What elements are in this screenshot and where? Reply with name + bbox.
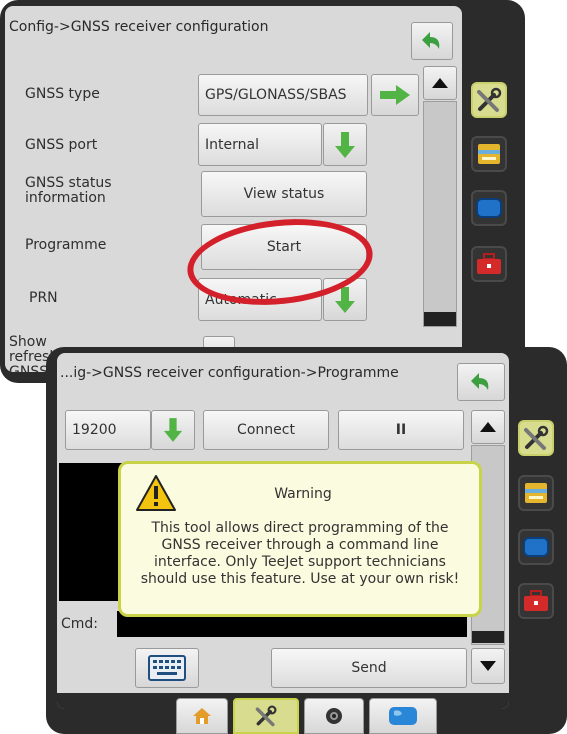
- green-down-arrow-icon: [163, 418, 183, 442]
- green-right-arrow-icon: [380, 85, 410, 105]
- gnss-port-label: GNSS port: [25, 137, 98, 153]
- front-panel-title: ...ig->GNSS receiver configuration->Prog…: [60, 365, 399, 381]
- side-toolbox-button[interactable]: [471, 246, 507, 282]
- scrollbar-track[interactable]: [423, 101, 457, 327]
- side-machine-button[interactable]: [471, 136, 507, 172]
- front-side-machine-button[interactable]: [518, 475, 554, 511]
- screen-icon: [476, 198, 502, 218]
- machine-icon: [525, 483, 547, 503]
- tools-icon: [524, 425, 549, 450]
- gnss-type-next-button[interactable]: [371, 74, 419, 116]
- up-arrow-icon: [432, 78, 448, 88]
- back-panel-title: Config->GNSS receiver configuration: [9, 19, 269, 35]
- front-scroll-down-button[interactable]: [471, 648, 505, 684]
- tab-globe[interactable]: [369, 698, 437, 734]
- send-button[interactable]: Send: [271, 648, 467, 688]
- programme-label: Programme: [25, 237, 107, 253]
- front-scroll-up-button[interactable]: [471, 410, 505, 444]
- keyboard-button[interactable]: [135, 648, 199, 688]
- tab-camera[interactable]: [304, 698, 364, 734]
- side-screen-button[interactable]: [471, 190, 507, 226]
- screen-icon: [523, 537, 549, 557]
- pause-button[interactable]: II: [338, 410, 464, 450]
- tab-tools[interactable]: [233, 698, 299, 734]
- gnss-port-value-button[interactable]: Internal: [198, 123, 322, 166]
- back-arrow-icon: [422, 32, 440, 49]
- gnss-port-dropdown-button[interactable]: [323, 123, 367, 166]
- gnss-status-label: GNSS status information: [25, 176, 175, 206]
- toolbox-icon: [477, 253, 501, 274]
- green-down-arrow-icon: [335, 131, 355, 158]
- warning-title: Warning: [274, 486, 332, 502]
- tab-home[interactable]: [176, 698, 228, 734]
- cmd-label: Cmd:: [61, 616, 99, 632]
- front-side-toolbox-button[interactable]: [518, 583, 554, 619]
- back-arrow-icon: [471, 373, 489, 390]
- globe-icon: [389, 707, 417, 725]
- machine-icon: [478, 144, 500, 164]
- home-icon: [193, 708, 211, 724]
- front-side-tools-button[interactable]: [518, 420, 554, 456]
- back-button[interactable]: [411, 22, 453, 60]
- warning-dialog: Warning This tool allows direct programm…: [118, 461, 482, 617]
- tools-icon: [255, 705, 277, 727]
- gnss-type-label: GNSS type: [25, 86, 100, 102]
- scroll-up-button[interactable]: [423, 66, 457, 100]
- baud-rate-value[interactable]: 19200: [65, 410, 151, 450]
- warning-message: This tool allows direct programming of t…: [140, 520, 460, 587]
- baud-rate-dropdown-button[interactable]: [151, 410, 195, 450]
- side-tools-button[interactable]: [471, 82, 507, 118]
- gnss-status-label-text: GNSS status information: [25, 175, 112, 206]
- scrollbar-thumb[interactable]: [424, 312, 456, 326]
- keyboard-icon: [148, 655, 186, 681]
- toolbox-icon: [524, 590, 548, 611]
- tools-icon: [477, 87, 502, 112]
- front-side-screen-button[interactable]: [518, 529, 554, 565]
- down-arrow-icon: [480, 661, 496, 671]
- gnss-type-value-button[interactable]: GPS/GLONASS/SBAS: [198, 74, 368, 116]
- camera-icon: [326, 708, 342, 724]
- connect-button[interactable]: Connect: [203, 410, 329, 450]
- front-back-button[interactable]: [457, 363, 505, 401]
- front-scrollbar-thumb[interactable]: [472, 631, 504, 643]
- back-panel-screen: Config->GNSS receiver configuration GNSS…: [5, 6, 462, 372]
- prn-label: PRN: [29, 290, 58, 306]
- view-status-button[interactable]: View status: [201, 171, 367, 217]
- up-arrow-icon: [480, 422, 496, 432]
